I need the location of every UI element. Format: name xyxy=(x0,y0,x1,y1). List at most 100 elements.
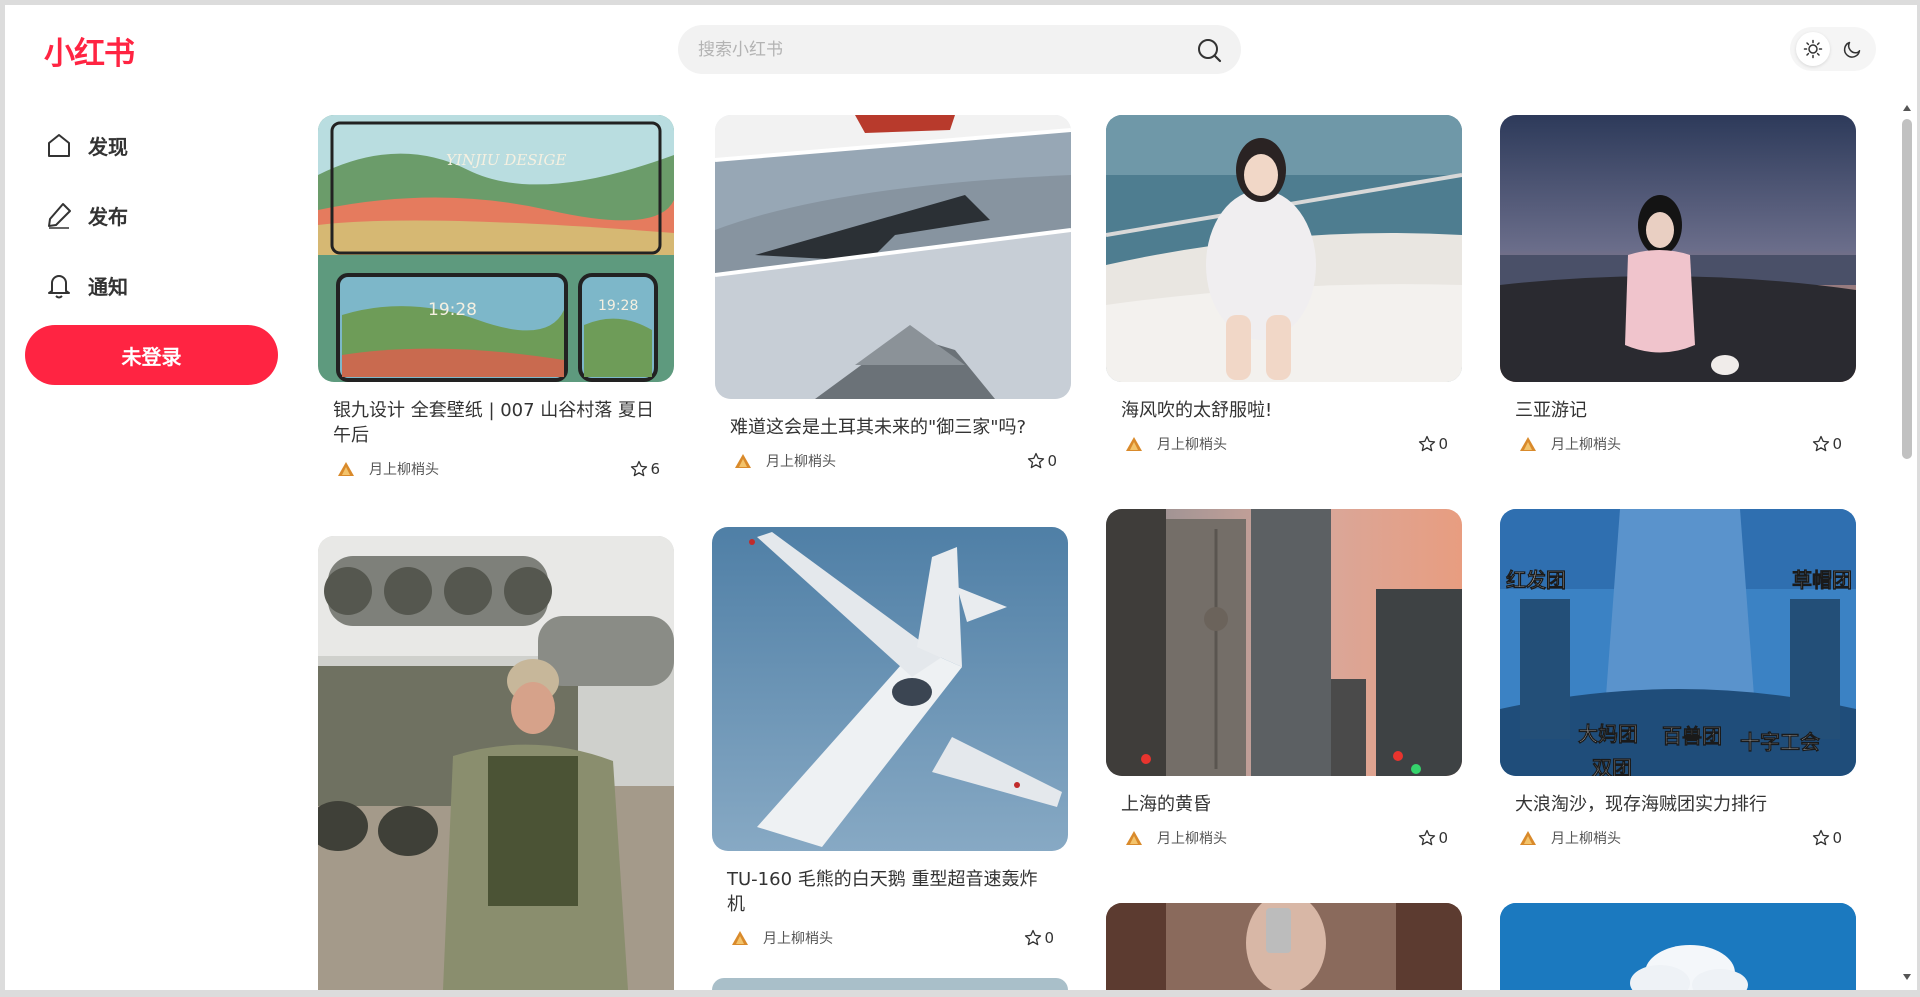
like-button[interactable]: 0 xyxy=(1027,452,1057,470)
manga-label: 草帽团 xyxy=(1792,568,1852,592)
star-icon xyxy=(1419,435,1436,452)
avatar[interactable] xyxy=(1125,829,1143,847)
sidebar-item-discover[interactable]: 发现 xyxy=(44,123,274,167)
manga-label: 十字工会 xyxy=(1740,730,1820,754)
feed-card[interactable]: TU-160 毛熊的白天鹅 重型超音速轰炸机 月上柳梢头 0 xyxy=(712,527,1068,949)
card-meta: 月上柳梢头 0 xyxy=(734,450,1057,472)
card-author[interactable]: 月上柳梢头 xyxy=(1551,434,1812,454)
feed-card[interactable]: 三亚游记 月上柳梢头 0 xyxy=(1500,115,1856,455)
search-icon[interactable] xyxy=(1196,37,1222,63)
star-icon xyxy=(1419,829,1436,846)
feed-card[interactable]: 上海的黄昏 月上柳梢头 0 xyxy=(1106,509,1462,849)
card-title[interactable]: 银九设计 全套壁纸 | 007 山谷村落 夏日午后 xyxy=(333,398,660,448)
window-frame-left xyxy=(0,0,5,997)
brand-logo[interactable]: 小红书 xyxy=(44,28,135,73)
like-button[interactable]: 0 xyxy=(1024,929,1054,947)
card-author[interactable]: 月上柳梢头 xyxy=(763,928,1024,948)
avatar[interactable] xyxy=(337,460,355,478)
svg-text:YINJIU DESIGE: YINJIU DESIGE xyxy=(446,151,566,169)
svg-text:19:28: 19:28 xyxy=(428,300,477,320)
star-icon xyxy=(631,460,648,477)
card-meta: 月上柳梢头 6 xyxy=(337,458,660,480)
like-button[interactable]: 0 xyxy=(1418,829,1448,847)
sidebar-item-publish[interactable]: 发布 xyxy=(44,193,274,237)
card-author[interactable]: 月上柳梢头 xyxy=(766,451,1027,471)
star-icon xyxy=(1813,435,1830,452)
card-meta: 月上柳梢头 0 xyxy=(1519,827,1842,849)
like-count: 0 xyxy=(1044,929,1054,947)
sidebar-item-notifications[interactable]: 通知 xyxy=(44,263,274,307)
card-title[interactable]: 海风吹的太舒服啦! xyxy=(1121,398,1448,423)
card-image[interactable] xyxy=(1106,509,1462,776)
like-button[interactable]: 0 xyxy=(1812,829,1842,847)
search-box[interactable] xyxy=(678,25,1241,74)
manga-label: 双团 xyxy=(1592,756,1632,776)
sidebar-item-label: 发现 xyxy=(88,134,128,159)
dark-mode-button[interactable] xyxy=(1836,32,1870,66)
window-frame-bottom xyxy=(0,990,1920,997)
feed-card[interactable]: 红发团 草帽团 大妈团 百兽团 十字工会 双团 大浪淘沙，现存海贼团实力排行 月… xyxy=(1500,509,1856,849)
card-meta: 月上柳梢头 0 xyxy=(1125,827,1448,849)
card-image[interactable]: YINJIU DESIGE 19:28 19:28 xyxy=(318,115,674,382)
like-count: 0 xyxy=(1047,452,1057,470)
manga-label: 大妈团 xyxy=(1578,722,1638,746)
search-input[interactable] xyxy=(698,25,1178,74)
manga-label: 百兽团 xyxy=(1662,724,1722,748)
star-icon xyxy=(1813,829,1830,846)
card-title[interactable]: 难道这会是土耳其未来的"御三家"吗? xyxy=(730,415,1057,440)
like-button[interactable]: 0 xyxy=(1418,435,1448,453)
card-author[interactable]: 月上柳梢头 xyxy=(1157,828,1418,848)
card-title[interactable]: 大浪淘沙，现存海贼团实力排行 xyxy=(1515,792,1842,817)
card-image[interactable]: 红发团 草帽团 大妈团 百兽团 十字工会 双团 xyxy=(1500,509,1856,776)
star-icon xyxy=(1025,929,1042,946)
like-count: 0 xyxy=(1832,435,1842,453)
like-button[interactable]: 0 xyxy=(1812,435,1842,453)
star-icon xyxy=(1028,452,1045,469)
light-mode-button[interactable] xyxy=(1796,32,1830,66)
scrollbar-thumb[interactable] xyxy=(1902,119,1912,459)
card-author[interactable]: 月上柳梢头 xyxy=(1157,434,1418,454)
card-author[interactable]: 月上柳梢头 xyxy=(1551,828,1812,848)
bell-icon xyxy=(44,270,74,300)
feed-card-partial[interactable] xyxy=(1106,903,1462,990)
like-count: 0 xyxy=(1832,829,1842,847)
card-title[interactable]: 三亚游记 xyxy=(1515,398,1842,423)
feed-card[interactable] xyxy=(318,536,674,990)
window-frame-top xyxy=(0,0,1920,5)
card-image[interactable] xyxy=(318,536,674,990)
feed-card[interactable]: 海风吹的太舒服啦! 月上柳梢头 0 xyxy=(1106,115,1462,455)
sidebar-item-label: 发布 xyxy=(88,204,128,229)
scroll-down-arrow[interactable] xyxy=(1902,972,1912,982)
card-image[interactable] xyxy=(1500,115,1856,382)
card-image[interactable] xyxy=(1106,115,1462,382)
card-title[interactable]: TU-160 毛熊的白天鹅 重型超音速轰炸机 xyxy=(727,867,1054,917)
login-button[interactable]: 未登录 xyxy=(25,325,278,385)
sidebar-item-label: 通知 xyxy=(88,274,128,299)
card-meta: 月上柳梢头 0 xyxy=(731,927,1054,949)
avatar[interactable] xyxy=(1519,829,1537,847)
card-title[interactable]: 上海的黄昏 xyxy=(1121,792,1448,817)
card-image[interactable] xyxy=(715,115,1071,399)
feed-card-partial[interactable] xyxy=(1500,903,1856,990)
avatar[interactable] xyxy=(1125,435,1143,453)
sun-icon xyxy=(1803,39,1823,59)
feed-card[interactable]: 难道这会是土耳其未来的"御三家"吗? 月上柳梢头 0 xyxy=(715,115,1071,472)
svg-text:19:28: 19:28 xyxy=(598,298,638,314)
manga-label: 红发团 xyxy=(1506,568,1566,592)
card-image[interactable] xyxy=(712,527,1068,851)
pen-icon xyxy=(44,200,74,230)
scroll-up-arrow[interactable] xyxy=(1902,103,1912,113)
like-count: 0 xyxy=(1438,829,1448,847)
card-meta: 月上柳梢头 0 xyxy=(1519,433,1842,455)
feed-card-partial[interactable] xyxy=(712,978,1068,990)
avatar[interactable] xyxy=(731,929,749,947)
avatar[interactable] xyxy=(1519,435,1537,453)
card-author[interactable]: 月上柳梢头 xyxy=(369,459,630,479)
like-button[interactable]: 6 xyxy=(630,460,660,478)
feed-card[interactable]: YINJIU DESIGE 19:28 19:28 银九设计 全套壁纸 | 00… xyxy=(318,115,674,480)
card-meta: 月上柳梢头 0 xyxy=(1125,433,1448,455)
home-icon xyxy=(44,130,74,160)
like-count: 6 xyxy=(650,460,660,478)
avatar[interactable] xyxy=(734,452,752,470)
like-count: 0 xyxy=(1438,435,1448,453)
